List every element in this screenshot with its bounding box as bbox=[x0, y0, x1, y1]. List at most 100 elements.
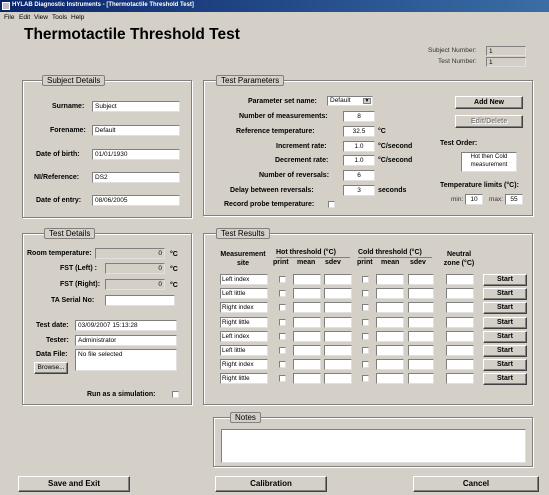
reference-temperature-unit: °C bbox=[378, 128, 386, 135]
cold-mean-cell bbox=[376, 359, 404, 370]
fst-right-field: 0 bbox=[105, 279, 165, 290]
cold-threshold-header: Cold threshold (°C) bbox=[358, 249, 422, 256]
start-button[interactable]: Start bbox=[483, 345, 527, 357]
cold-sdev-cell bbox=[408, 302, 434, 313]
num-reversals-input[interactable]: 6 bbox=[343, 170, 375, 181]
cold-print-header: print bbox=[357, 259, 373, 266]
hot-sdev-cell bbox=[324, 317, 352, 328]
chevron-down-icon[interactable]: ▼ bbox=[363, 98, 371, 104]
increment-rate-label: Increment rate: bbox=[276, 143, 327, 150]
room-temperature-label: Room temperature: bbox=[27, 250, 92, 257]
dob-input[interactable]: 01/01/1930 bbox=[92, 149, 180, 160]
edit-delete-button[interactable]: Edit/Delete bbox=[455, 115, 523, 128]
hot-print-checkbox[interactable] bbox=[279, 319, 286, 326]
test-order-field[interactable]: Hot then Cold measurement bbox=[461, 152, 517, 172]
tester-field[interactable]: Administrator bbox=[75, 335, 177, 346]
forename-label: Forename: bbox=[50, 127, 86, 134]
decrement-rate-label: Decrement rate: bbox=[275, 157, 329, 164]
start-button[interactable]: Start bbox=[483, 331, 527, 343]
menu-edit[interactable]: Edit bbox=[19, 14, 30, 21]
hot-print-checkbox[interactable] bbox=[279, 361, 286, 368]
hot-print-checkbox[interactable] bbox=[279, 347, 286, 354]
measurement-site-cell: Right index bbox=[220, 302, 268, 313]
cold-print-checkbox[interactable] bbox=[362, 347, 369, 354]
cold-mean-cell bbox=[376, 345, 404, 356]
hot-mean-cell bbox=[293, 373, 321, 384]
cold-mean-header: mean bbox=[381, 259, 400, 266]
cold-print-checkbox[interactable] bbox=[362, 375, 369, 382]
start-button[interactable]: Start bbox=[483, 359, 527, 371]
measurement-site-cell: Right little bbox=[220, 373, 268, 384]
start-button[interactable]: Start bbox=[483, 317, 527, 329]
fst-right-label: FST (Right): bbox=[60, 281, 101, 288]
hot-print-checkbox[interactable] bbox=[279, 290, 286, 297]
cold-print-checkbox[interactable] bbox=[362, 361, 369, 368]
menu-view[interactable]: View bbox=[34, 14, 48, 21]
test-number-field: 1 bbox=[486, 57, 526, 67]
delay-reversals-input[interactable]: 3 bbox=[343, 185, 375, 196]
hot-print-checkbox[interactable] bbox=[279, 304, 286, 311]
neutral-zone-cell bbox=[446, 288, 474, 299]
cold-print-checkbox[interactable] bbox=[362, 290, 369, 297]
cold-print-checkbox[interactable] bbox=[362, 304, 369, 311]
date-of-entry-label: Date of entry: bbox=[36, 197, 82, 204]
menu-tools[interactable]: Tools bbox=[52, 14, 67, 21]
hot-sdev-cell bbox=[324, 331, 352, 342]
measurement-site-header: Measurement site bbox=[220, 251, 266, 267]
neutral-zone-cell bbox=[446, 274, 474, 285]
cold-mean-cell bbox=[376, 288, 404, 299]
record-probe-checkbox[interactable] bbox=[328, 201, 335, 208]
start-button[interactable]: Start bbox=[483, 274, 527, 286]
ta-serial-input[interactable] bbox=[105, 295, 175, 306]
num-measurements-label: Number of measurements: bbox=[239, 113, 328, 120]
hot-sdev-cell bbox=[324, 373, 352, 384]
max-temperature-input[interactable]: 55 bbox=[505, 194, 523, 205]
surname-label: Surname: bbox=[52, 103, 85, 110]
cold-mean-cell bbox=[376, 331, 404, 342]
cold-mean-cell bbox=[376, 302, 404, 313]
notes-textarea[interactable] bbox=[221, 429, 526, 463]
num-measurements-input[interactable]: 8 bbox=[343, 111, 375, 122]
test-date-field[interactable]: 03/09/2007 15:13:28 bbox=[75, 320, 177, 331]
simulation-checkbox[interactable] bbox=[172, 391, 179, 398]
cold-print-checkbox[interactable] bbox=[362, 276, 369, 283]
calibration-button[interactable]: Calibration bbox=[215, 476, 327, 492]
save-exit-button[interactable]: Save and Exit bbox=[18, 476, 130, 492]
hot-sdev-cell bbox=[324, 302, 352, 313]
hot-print-checkbox[interactable] bbox=[279, 333, 286, 340]
neutral-zone-cell bbox=[446, 345, 474, 356]
cold-sdev-cell bbox=[408, 317, 434, 328]
surname-input[interactable]: Subject bbox=[92, 101, 180, 112]
hot-print-checkbox[interactable] bbox=[279, 276, 286, 283]
reference-temperature-label: Reference temperature: bbox=[236, 128, 315, 135]
measurement-site-cell: Left index bbox=[220, 331, 268, 342]
min-temperature-input[interactable]: 10 bbox=[465, 194, 483, 205]
hot-mean-cell bbox=[293, 359, 321, 370]
test-order-label: Test Order: bbox=[440, 140, 478, 147]
temperature-limits-label: Temperature limits (°C): bbox=[440, 182, 519, 189]
date-of-entry-input[interactable]: 08/06/2005 bbox=[92, 195, 180, 206]
data-file-field[interactable]: No file selected bbox=[75, 349, 177, 371]
parameter-set-select[interactable]: Default ▼ bbox=[327, 96, 373, 106]
start-button[interactable]: Start bbox=[483, 302, 527, 314]
hot-sdev-cell bbox=[324, 359, 352, 370]
browse-button[interactable]: Browse... bbox=[34, 362, 68, 374]
hot-print-checkbox[interactable] bbox=[279, 375, 286, 382]
hot-mean-cell bbox=[293, 331, 321, 342]
test-date-label: Test date: bbox=[36, 322, 69, 329]
reference-temperature-input[interactable]: 32.5 bbox=[343, 126, 375, 137]
menu-file[interactable]: File bbox=[4, 14, 14, 21]
add-new-button[interactable]: Add New bbox=[455, 96, 523, 109]
menu-help[interactable]: Help bbox=[71, 14, 84, 21]
decrement-rate-input[interactable]: 1.0 bbox=[343, 155, 375, 166]
cancel-button[interactable]: Cancel bbox=[413, 476, 539, 492]
cold-sdev-cell bbox=[408, 345, 434, 356]
forename-input[interactable]: Default bbox=[92, 125, 180, 136]
increment-rate-input[interactable]: 1.0 bbox=[343, 141, 375, 152]
start-button[interactable]: Start bbox=[483, 288, 527, 300]
start-button[interactable]: Start bbox=[483, 373, 527, 385]
cold-print-checkbox[interactable] bbox=[362, 319, 369, 326]
window-title: HYLAB Diagnostic Instruments - [Thermota… bbox=[12, 2, 194, 8]
ni-reference-input[interactable]: DS2 bbox=[92, 172, 180, 183]
cold-print-checkbox[interactable] bbox=[362, 333, 369, 340]
